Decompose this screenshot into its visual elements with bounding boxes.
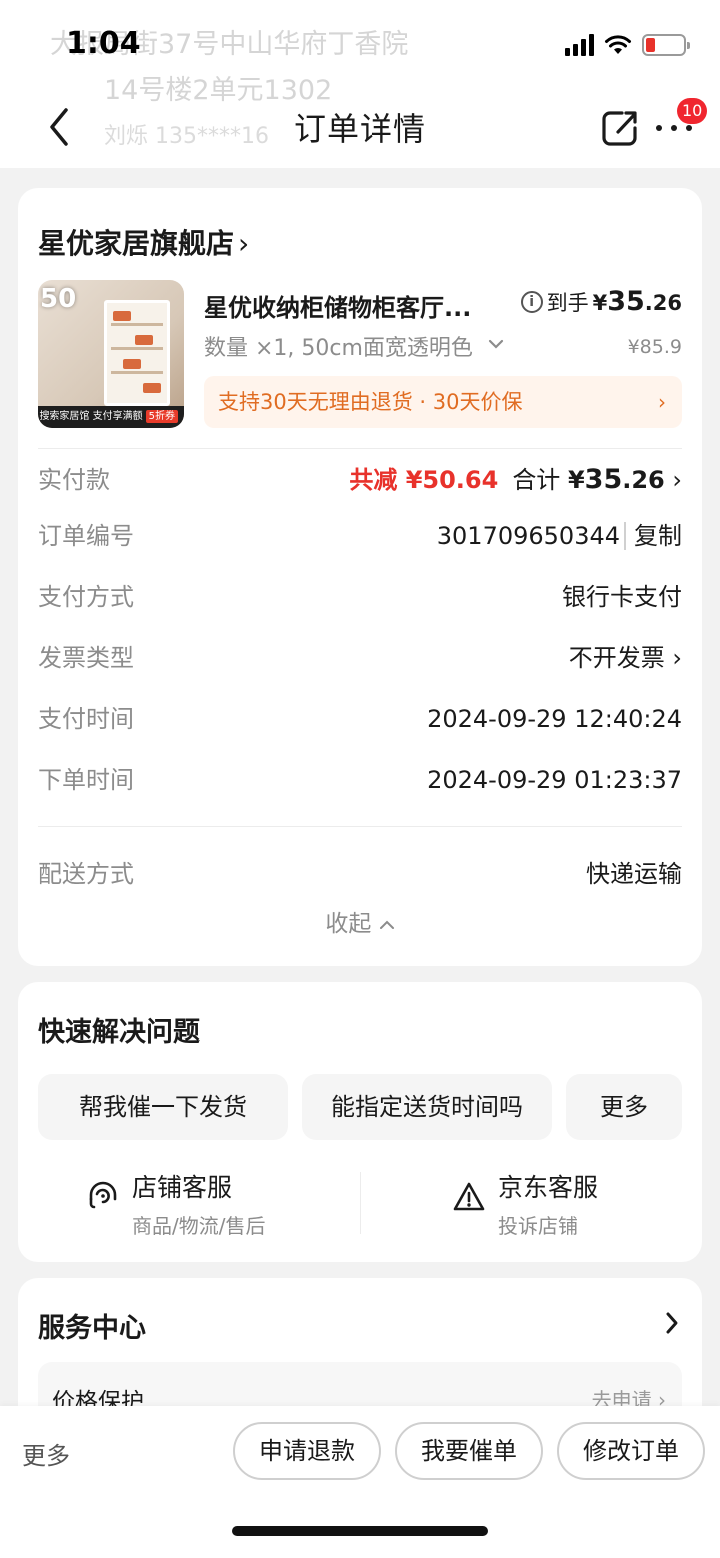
shop-cs-title: 店铺客服 — [132, 1173, 233, 1202]
order-number: 301709650344 — [436, 522, 620, 550]
shelf-illustration — [104, 300, 170, 406]
total-label: 合计 — [512, 466, 561, 494]
copy-button[interactable]: 复制 — [624, 522, 682, 550]
discount-amount: 共减 ¥50.64 — [349, 466, 499, 494]
order-card: 星优家居旗舰店 › 50 搜索家居馆 支付享满额 5折券 星优收纳柜储物柜客厅...… — [18, 188, 702, 966]
thumb-promo: 搜索家居馆 支付享满额 5折券 — [38, 406, 184, 428]
product-thumbnail[interactable]: 50 搜索家居馆 支付享满额 5折券 — [38, 280, 184, 428]
divider — [38, 448, 682, 449]
chip-delivery-time[interactable]: 能指定送货时间吗 — [302, 1074, 552, 1140]
shop-name: 星优家居旗舰店 — [38, 227, 235, 260]
chevron-right-icon: › — [672, 644, 682, 672]
guarantee-banner[interactable]: 支持30天无理由退货 · 30天价保 › — [204, 376, 682, 428]
row-label: 支付时间 — [38, 705, 134, 733]
quick-help-title: 快速解决问题 — [38, 1017, 200, 1048]
notification-badge: 10 — [677, 98, 708, 124]
pay-time: 2024-09-29 12:40:24 — [427, 705, 682, 733]
order-number-row: 订单编号 301709650344 复制 — [38, 516, 682, 556]
status-time: 1:04 — [66, 26, 141, 61]
collapse-label: 收起 — [325, 911, 372, 937]
quick-help-card: 快速解决问题 帮我催一下发货 能指定送货时间吗 更多 店铺客服 商品/物流/售后… — [18, 982, 702, 1262]
share-icon[interactable] — [600, 108, 640, 148]
guarantee-text: 支持30天无理由退货 · 30天价保 — [218, 390, 523, 414]
chevron-right-icon: › — [658, 390, 666, 414]
original-price: ¥85.9 — [627, 336, 682, 358]
row-label: 支付方式 — [38, 583, 134, 611]
info-icon[interactable]: i — [520, 290, 543, 313]
price-value: ¥35.26 — [592, 286, 682, 317]
payment-row[interactable]: 实付款 共减 ¥50.64 合计 ¥35.26 › — [38, 460, 682, 500]
chevron-right-icon: › — [238, 227, 250, 260]
modify-order-button[interactable]: 修改订单 — [557, 1422, 705, 1480]
invoice-row[interactable]: 发票类型 不开发票 › — [38, 638, 682, 678]
top-header-area: 大报局街37号中山华府丁香院 14号楼2单元1302 刘烁 135****16 … — [0, 0, 720, 168]
more-link[interactable]: 更多 — [22, 1436, 70, 1471]
jd-cs-subtitle: 投诉店铺 — [498, 1214, 578, 1238]
warning-icon — [453, 1182, 485, 1211]
status-icons — [565, 30, 690, 60]
thumb-tag: 50 — [40, 284, 77, 314]
product-title[interactable]: 星优收纳柜储物柜客厅... — [204, 288, 504, 323]
row-label: 订单编号 — [38, 522, 134, 550]
service-center-title: 服务中心 — [38, 1313, 146, 1344]
cellular-signal-icon — [565, 34, 594, 56]
divider — [360, 1172, 361, 1234]
chevron-right-icon: › — [672, 466, 682, 494]
collapse-button[interactable]: 收起 — [18, 904, 702, 938]
order-time: 2024-09-29 01:23:37 — [427, 766, 682, 794]
shop-customer-service[interactable]: 店铺客服 商品/物流/售后 — [86, 1168, 326, 1238]
final-price: i 到手 ¥35.26 — [520, 286, 682, 317]
chip-more[interactable]: 更多 — [566, 1074, 682, 1140]
order-time-row: 下单时间 2024-09-29 01:23:37 — [38, 760, 682, 800]
pay-time-row: 支付时间 2024-09-29 12:40:24 — [38, 699, 682, 739]
payment-summary: 共减 ¥50.64 合计 ¥35.26 › — [349, 460, 682, 500]
row-label: 实付款 — [38, 466, 110, 494]
row-label: 配送方式 — [38, 860, 134, 888]
chevron-right-icon[interactable] — [662, 1308, 682, 1338]
shop-cs-subtitle: 商品/物流/售后 — [132, 1214, 266, 1238]
payment-method-row: 支付方式 银行卡支付 — [38, 577, 682, 617]
row-label: 发票类型 — [38, 644, 134, 672]
total-amount: ¥35.26 — [567, 464, 665, 495]
chip-urge-shipping[interactable]: 帮我催一下发货 — [38, 1074, 288, 1140]
jd-customer-service[interactable]: 京东客服 投诉店铺 — [452, 1168, 672, 1238]
chevron-up-icon — [379, 920, 394, 929]
payment-method: 银行卡支付 — [562, 583, 682, 611]
shop-link[interactable]: 星优家居旗舰店 › — [38, 222, 249, 262]
product-spec[interactable]: 数量 ×1, 50cm面宽透明色, 3 — [204, 330, 474, 362]
delivery-method: 快递运输 — [586, 860, 682, 888]
invoice-type: 不开发票 — [568, 644, 665, 672]
jd-cs-title: 京东客服 — [498, 1173, 599, 1202]
headset-icon — [89, 1181, 117, 1209]
chevron-down-icon[interactable] — [486, 334, 506, 354]
wifi-icon — [605, 35, 631, 54]
price-label: 到手 — [546, 291, 589, 315]
refund-button[interactable]: 申请退款 — [233, 1422, 381, 1480]
home-indicator — [232, 1526, 488, 1536]
battery-icon — [642, 34, 690, 56]
delivery-row: 配送方式 快递运输 — [38, 854, 682, 894]
bottom-action-bar: 更多 申请退款 我要催单 修改订单 — [0, 1406, 720, 1558]
divider — [38, 826, 682, 827]
urge-order-button[interactable]: 我要催单 — [395, 1422, 543, 1480]
row-label: 下单时间 — [38, 766, 134, 794]
